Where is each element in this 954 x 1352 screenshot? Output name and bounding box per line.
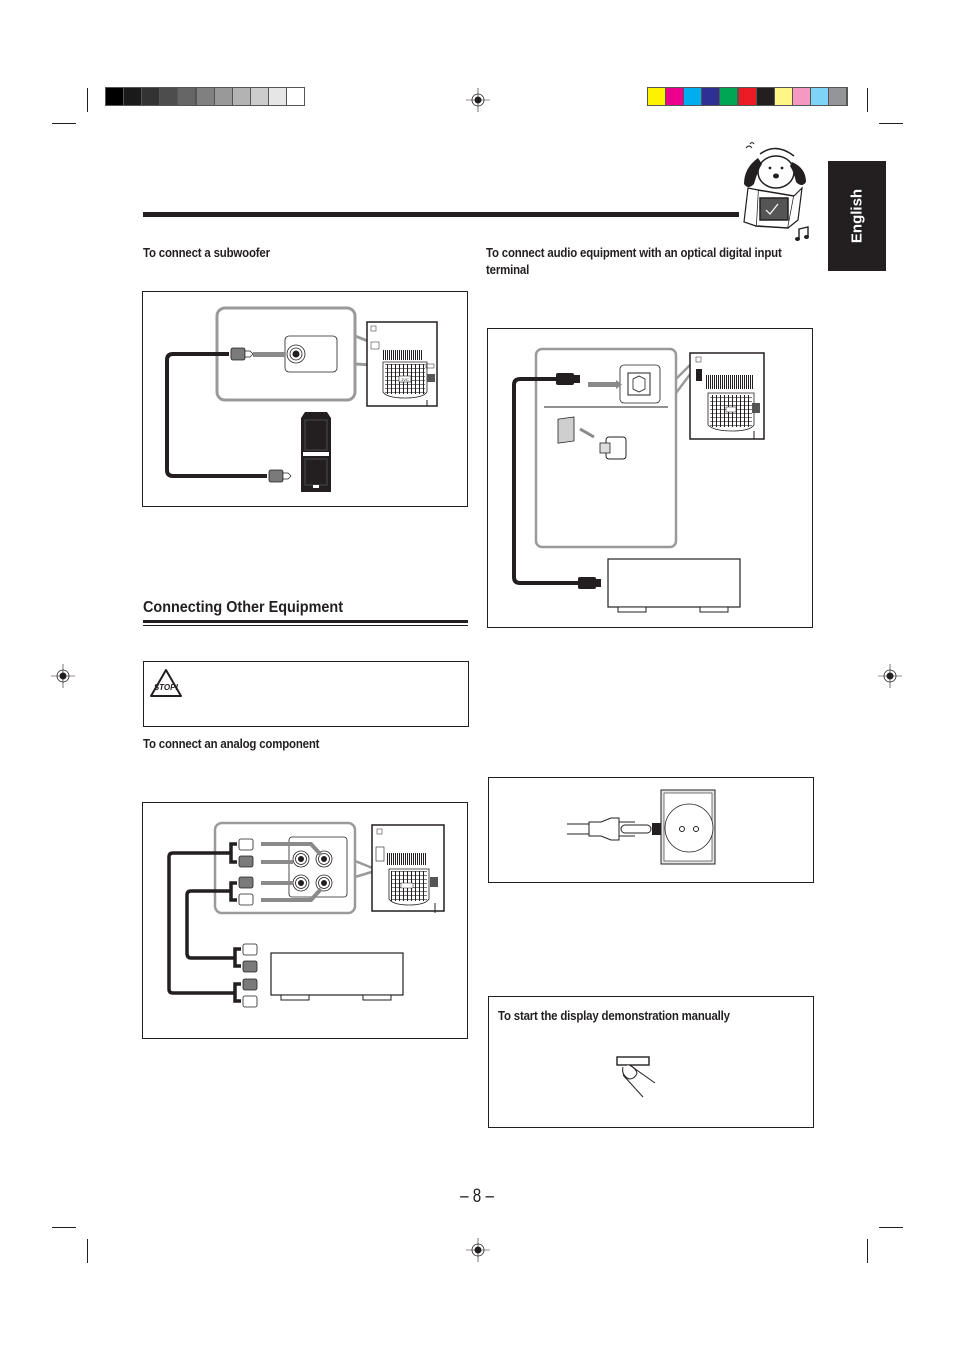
grayscale-swatch bbox=[287, 88, 304, 105]
crop-mark-bottom-right-h bbox=[879, 1227, 903, 1228]
analog-heading: To connect an analog component bbox=[143, 736, 320, 751]
crop-mark-bottom-left-h bbox=[52, 1227, 76, 1228]
grayscale-swatch bbox=[214, 88, 232, 105]
process-color-swatch bbox=[810, 88, 828, 105]
language-tab: English bbox=[828, 161, 886, 271]
crop-mark-bottom-left-v bbox=[87, 1239, 88, 1263]
crop-mark-top-left-h bbox=[52, 123, 76, 124]
process-color-swatch bbox=[666, 88, 684, 105]
process-color-swatch bbox=[702, 88, 720, 105]
analog-connection-illustration bbox=[167, 821, 445, 1008]
grayscale-swatch bbox=[160, 88, 178, 105]
subwoofer-heading: To connect a subwoofer bbox=[143, 245, 270, 260]
grayscale-swatch bbox=[268, 88, 286, 105]
stop-warning-icon: STOP! bbox=[150, 669, 182, 697]
crop-mark-bottom-right-v bbox=[867, 1239, 868, 1263]
ac-plug-outlet-illustration bbox=[567, 789, 716, 865]
grayscale-swatch bbox=[232, 88, 250, 105]
demo-heading: To start the display demonstration manua… bbox=[498, 1008, 730, 1023]
crop-mark-top-left-v bbox=[87, 88, 88, 112]
process-color-swatch bbox=[829, 88, 846, 105]
optical-diagram bbox=[487, 328, 813, 628]
process-color-swatch bbox=[774, 88, 792, 105]
page-number: – 8 – bbox=[460, 1186, 494, 1207]
process-color-swatch bbox=[792, 88, 810, 105]
grayscale-swatch bbox=[196, 88, 214, 105]
registration-mark-right bbox=[878, 664, 902, 688]
language-tab-label: English bbox=[848, 188, 866, 244]
grayscale-swatch bbox=[124, 88, 142, 105]
process-color-swatch bbox=[756, 88, 774, 105]
crop-mark-top-right-v bbox=[867, 88, 868, 112]
process-color-swatch bbox=[720, 88, 738, 105]
optical-heading: To connect audio equipment with an optic… bbox=[486, 245, 782, 277]
analog-diagram bbox=[142, 802, 468, 1039]
process-color-swatch bbox=[738, 88, 756, 105]
stop-icon-label: STOP! bbox=[154, 683, 179, 692]
registration-mark-bottom bbox=[466, 1238, 490, 1262]
section-title-rule-thin bbox=[143, 625, 468, 626]
subwoofer-diagram: JVC bbox=[142, 291, 468, 507]
process-color-swatch bbox=[648, 88, 665, 105]
unit-brand-logo: JVC bbox=[401, 377, 409, 382]
registration-mark-top bbox=[466, 88, 490, 112]
section-title-rule-thick bbox=[143, 620, 468, 623]
demo-box: To start the display demonstration manua… bbox=[488, 996, 814, 1128]
section-title-other-equipment: Connecting Other Equipment bbox=[143, 599, 343, 616]
process-color-bar bbox=[647, 87, 848, 106]
grayscale-swatch bbox=[142, 88, 160, 105]
caution-box: STOP! bbox=[143, 661, 469, 727]
button-press-finger-icon bbox=[616, 1056, 656, 1098]
power-plug-diagram bbox=[488, 777, 814, 883]
grayscale-swatch bbox=[106, 88, 123, 105]
crop-mark-top-right-h bbox=[879, 123, 903, 124]
header-rule bbox=[143, 212, 739, 217]
subwoofer-connection-illustration: JVC bbox=[165, 306, 438, 492]
grayscale-color-bar bbox=[105, 87, 305, 106]
optical-connection-illustration bbox=[512, 347, 765, 613]
music-note-icon bbox=[795, 226, 809, 241]
registration-mark-left bbox=[51, 664, 75, 688]
grayscale-swatch bbox=[250, 88, 268, 105]
grayscale-swatch bbox=[178, 88, 196, 105]
process-color-swatch bbox=[684, 88, 702, 105]
